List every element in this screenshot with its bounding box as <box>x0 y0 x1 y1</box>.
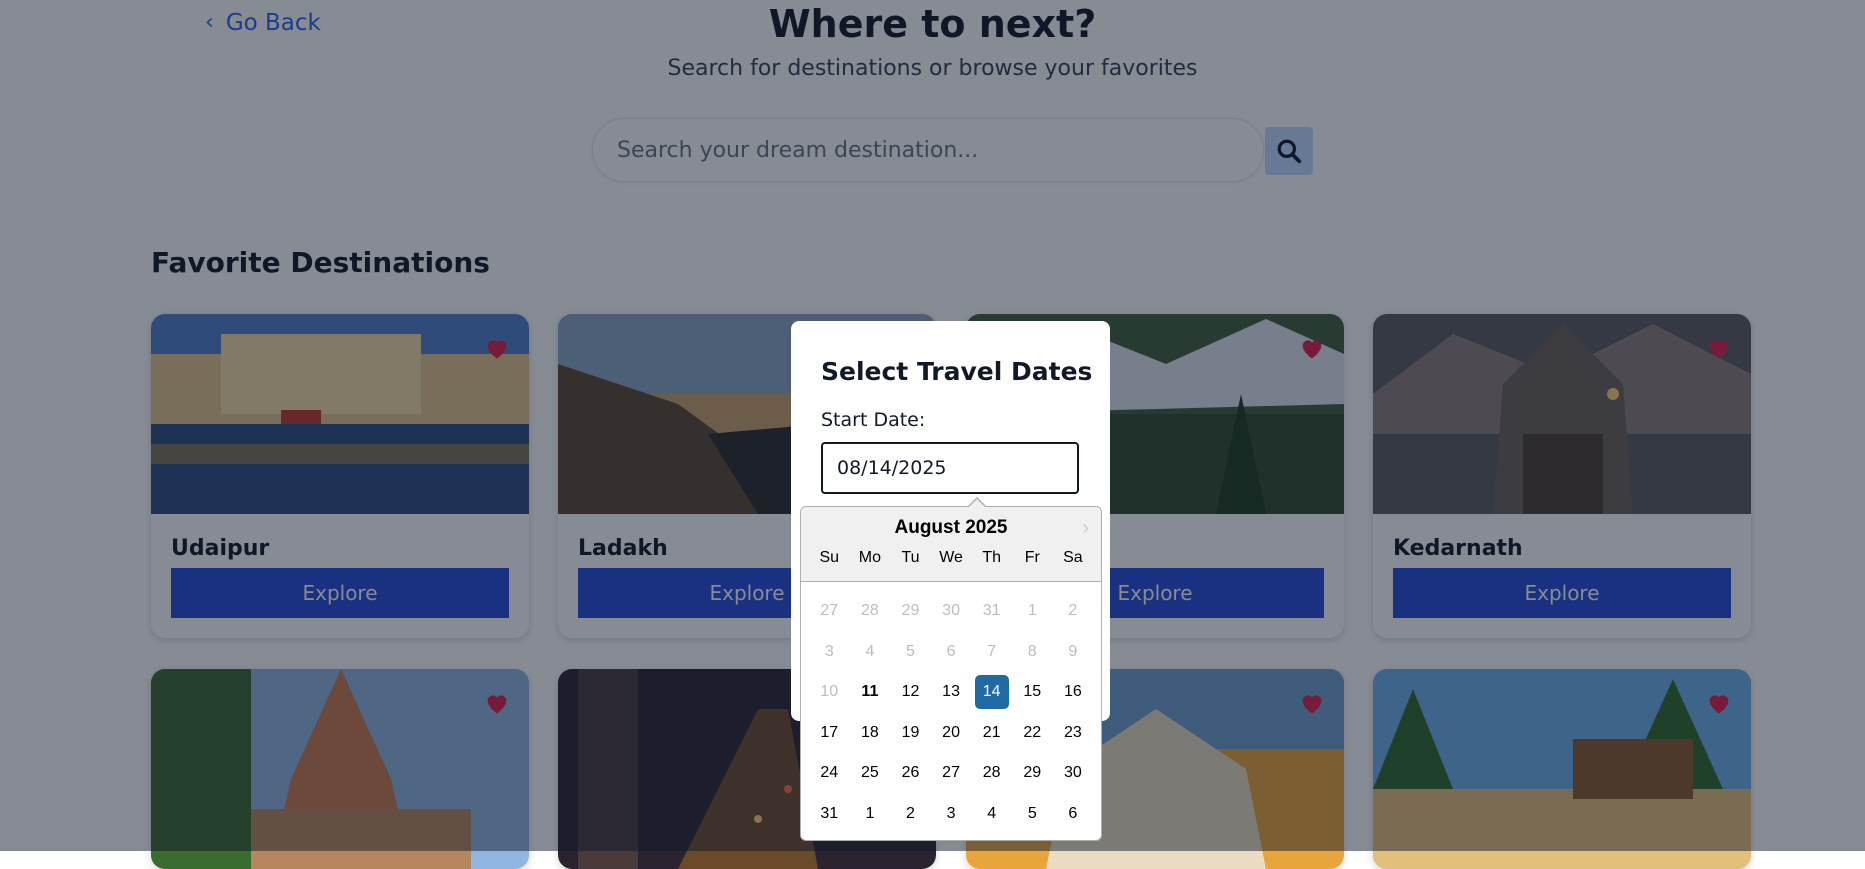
datepicker: August 2025 › Su Mo Tu We Th Fr Sa 27 28… <box>800 506 1102 841</box>
day-cell[interactable]: 15 <box>1015 675 1049 709</box>
day-cell[interactable]: 2 <box>893 797 927 831</box>
day-cell[interactable]: 16 <box>1056 675 1090 709</box>
day-cell[interactable]: 28 <box>853 594 887 628</box>
day-cell[interactable]: 31 <box>975 594 1009 628</box>
day-cell[interactable]: 27 <box>934 756 968 790</box>
weekday-label: Su <box>819 549 840 566</box>
day-cell[interactable]: 4 <box>975 797 1009 831</box>
datepicker-grid: 27 28 29 30 31 1 2 3 4 5 6 7 8 9 10 11 1… <box>809 591 1093 834</box>
week-row: 3 4 5 6 7 8 9 <box>809 632 1093 673</box>
weekday-label: Mo <box>858 549 881 566</box>
weekday-row: Su Mo Tu We Th Fr Sa <box>809 549 1093 567</box>
day-cell[interactable]: 10 <box>812 675 846 709</box>
modal-title: Select Travel Dates <box>821 357 1093 386</box>
day-cell[interactable]: 1 <box>1015 594 1049 628</box>
weekday-label: Tu <box>901 549 920 566</box>
day-cell[interactable]: 12 <box>893 675 927 709</box>
day-cell[interactable]: 26 <box>893 756 927 790</box>
day-cell[interactable]: 20 <box>934 716 968 750</box>
week-row: 31 1 2 3 4 5 6 <box>809 794 1093 835</box>
day-cell[interactable]: 21 <box>975 716 1009 750</box>
datepicker-month: August 2025 <box>894 517 1008 538</box>
week-row: 24 25 26 27 28 29 30 <box>809 753 1093 794</box>
day-cell[interactable]: 23 <box>1056 716 1090 750</box>
day-cell[interactable]: 7 <box>975 635 1009 669</box>
day-cell[interactable]: 3 <box>812 635 846 669</box>
start-date-label: Start Date: <box>821 409 926 431</box>
day-cell[interactable]: 22 <box>1015 716 1049 750</box>
week-row: 10 11 12 13 14 15 16 <box>809 672 1093 713</box>
day-cell[interactable]: 6 <box>1056 797 1090 831</box>
day-cell[interactable]: 31 <box>812 797 846 831</box>
day-cell[interactable]: 9 <box>1056 635 1090 669</box>
day-cell[interactable]: 3 <box>934 797 968 831</box>
start-date-input[interactable] <box>821 442 1079 494</box>
weekday-label: Th <box>982 549 1001 566</box>
day-cell[interactable]: 29 <box>1015 756 1049 790</box>
day-cell[interactable]: 1 <box>853 797 887 831</box>
day-cell[interactable]: 5 <box>893 635 927 669</box>
day-cell[interactable]: 8 <box>1015 635 1049 669</box>
datepicker-header: August 2025 › Su Mo Tu We Th Fr Sa <box>801 507 1101 582</box>
day-cell[interactable]: 17 <box>812 716 846 750</box>
day-cell[interactable]: 6 <box>934 635 968 669</box>
day-cell[interactable]: 19 <box>893 716 927 750</box>
day-cell[interactable]: 18 <box>853 716 887 750</box>
day-cell[interactable]: 29 <box>893 594 927 628</box>
weekday-label: Sa <box>1063 549 1083 566</box>
day-cell[interactable]: 4 <box>853 635 887 669</box>
day-cell-selected[interactable]: 14 <box>974 675 1009 710</box>
next-month-icon[interactable]: › <box>1082 517 1089 540</box>
day-cell[interactable]: 28 <box>975 756 1009 790</box>
week-row: 27 28 29 30 31 1 2 <box>809 591 1093 632</box>
day-cell[interactable]: 30 <box>1056 756 1090 790</box>
weekday-label: Fr <box>1024 549 1040 566</box>
day-cell[interactable]: 24 <box>812 756 846 790</box>
day-cell[interactable]: 27 <box>812 594 846 628</box>
day-cell[interactable]: 5 <box>1015 797 1049 831</box>
datepicker-pointer-fill <box>968 499 986 508</box>
day-cell[interactable]: 25 <box>853 756 887 790</box>
day-cell[interactable]: 2 <box>1056 594 1090 628</box>
week-row: 17 18 19 20 21 22 23 <box>809 713 1093 754</box>
day-cell[interactable]: 13 <box>934 675 968 709</box>
weekday-label: We <box>939 549 963 566</box>
day-cell-today[interactable]: 11 <box>853 675 887 709</box>
day-cell[interactable]: 30 <box>934 594 968 628</box>
